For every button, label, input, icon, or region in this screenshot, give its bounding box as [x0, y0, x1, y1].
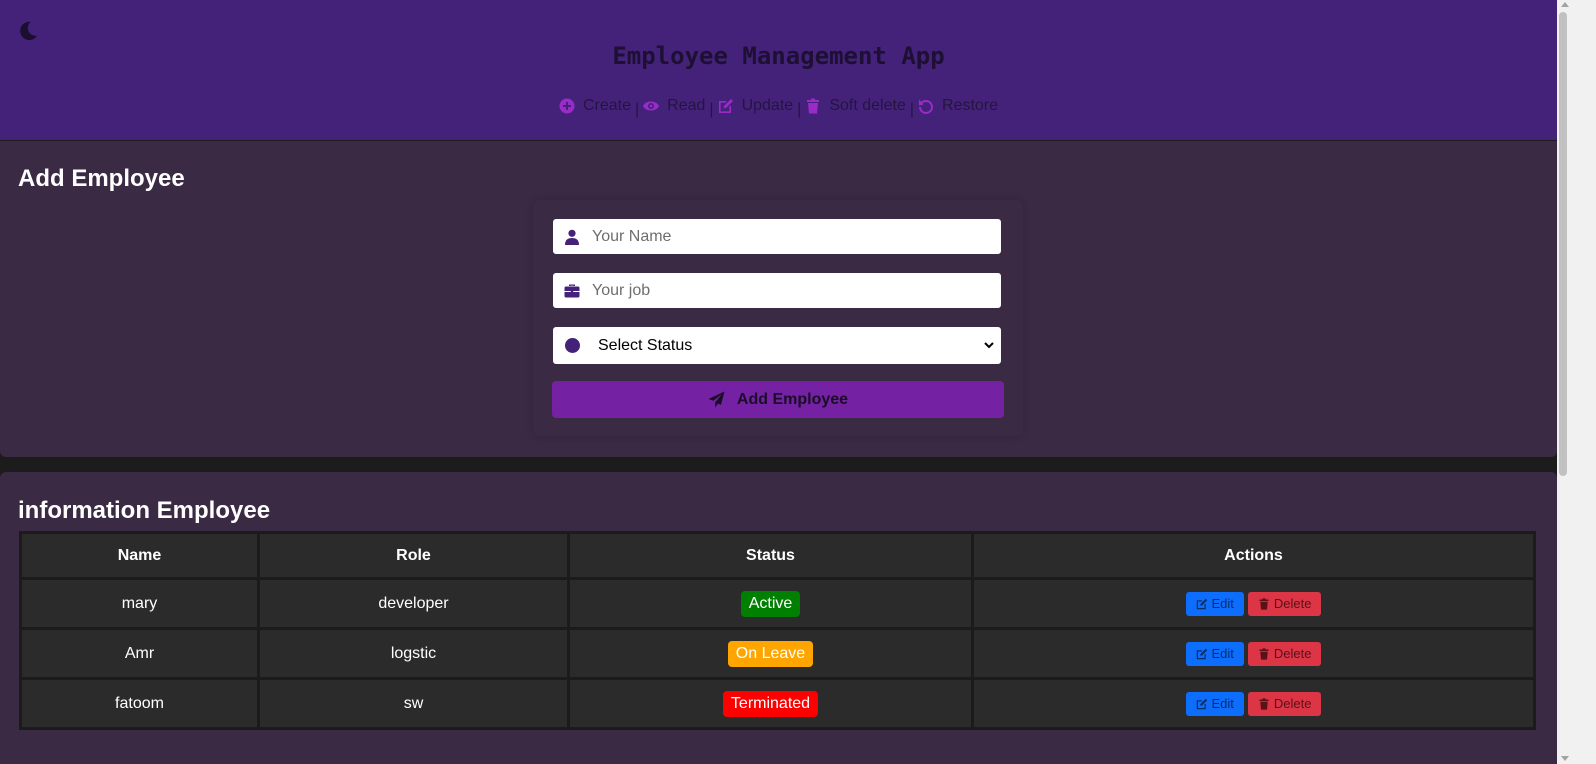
paper-plane-icon — [708, 391, 725, 408]
column-header-actions: Actions — [971, 531, 1536, 580]
nav-item-read[interactable]: Read — [643, 97, 705, 115]
undo-icon — [918, 99, 933, 114]
cell-name: fatoom — [19, 677, 260, 730]
scroll-up-arrow-icon[interactable] — [1561, 2, 1569, 7]
column-header-name: Name — [19, 531, 260, 580]
edit-button[interactable]: Edit — [1185, 591, 1244, 616]
status-badge: Active — [740, 590, 801, 617]
nav-label-soft-delete: Soft delete — [829, 97, 906, 114]
scroll-down-arrow-icon[interactable] — [1561, 756, 1569, 761]
delete-button-label: Delete — [1273, 596, 1312, 611]
status-badge: On Leave — [727, 640, 814, 667]
add-employee-form: Select Status Add Employee — [533, 200, 1023, 436]
nav-item-restore[interactable]: Restore — [918, 97, 998, 115]
scrollbar-thumb[interactable] — [1559, 12, 1567, 476]
cell-actions: Edit Delete — [971, 577, 1536, 630]
table-row: fatoom sw Terminated Edit Delete — [19, 677, 1536, 730]
delete-button[interactable]: Delete — [1247, 641, 1322, 666]
status-select[interactable]: Select Status — [594, 327, 997, 364]
trash-icon — [807, 98, 820, 114]
edit-button-label: Edit — [1211, 646, 1234, 661]
nav-label-restore: Restore — [941, 97, 999, 114]
dark-mode-toggle-icon[interactable] — [17, 20, 39, 42]
edit-icon — [1196, 598, 1207, 609]
nav-item-soft-delete[interactable]: Soft delete — [805, 97, 906, 115]
cell-actions: Edit Delete — [971, 627, 1536, 680]
cell-name: mary — [19, 577, 260, 630]
eye-icon — [643, 101, 660, 111]
nav-label-update: Update — [741, 97, 794, 114]
trash-icon — [1259, 647, 1269, 660]
employee-info-title: information Employee — [18, 497, 271, 524]
table-row: Amr logstic On Leave Edit Delete — [19, 627, 1536, 680]
add-employee-button[interactable]: Add Employee — [552, 381, 1004, 418]
nav-separator: | — [909, 101, 914, 118]
cell-role: logstic — [257, 627, 570, 680]
nav-label-create: Create — [582, 97, 632, 114]
edit-button-label: Edit — [1211, 596, 1234, 611]
table-header-row: Name Role Status Actions — [19, 531, 1536, 580]
cell-role: sw — [257, 677, 570, 730]
cell-status: Terminated — [567, 677, 974, 730]
column-header-role: Role — [257, 531, 570, 580]
nav-item-update[interactable]: Update — [718, 97, 794, 115]
cell-status: On Leave — [567, 627, 974, 680]
employee-table: Name Role Status Actions mary developer Ac… — [19, 531, 1536, 730]
status-circle-icon — [565, 338, 580, 353]
edit-icon — [718, 99, 733, 113]
name-field — [552, 218, 1002, 255]
delete-button-label: Delete — [1273, 696, 1312, 711]
trash-icon — [1259, 697, 1269, 710]
status-field: Select Status — [552, 326, 1002, 365]
column-header-status: Status — [567, 531, 974, 580]
nav-separator: | — [709, 101, 714, 118]
nav-bar: Create | Read | Update | Soft delete | R… — [0, 97, 1557, 119]
cell-status: Active — [567, 577, 974, 630]
nav-separator: | — [635, 101, 640, 118]
job-field — [552, 272, 1002, 309]
cell-name: Amr — [19, 627, 260, 680]
nav-label-read: Read — [667, 97, 706, 114]
delete-button[interactable]: Delete — [1247, 691, 1322, 716]
app-title: Employee Management App — [612, 42, 945, 70]
cell-role: developer — [257, 577, 570, 630]
edit-button-label: Edit — [1211, 696, 1234, 711]
cell-actions: Edit Delete — [971, 677, 1536, 730]
app-header: Employee Management App Create | Read | — [0, 0, 1557, 140]
edit-button[interactable]: Edit — [1185, 691, 1244, 716]
edit-icon — [1196, 648, 1207, 659]
add-employee-panel: Add Employee Your Name Your job Select S… — [0, 141, 1557, 457]
add-employee-button-label: Add Employee — [736, 390, 849, 408]
job-input[interactable] — [592, 273, 1001, 308]
name-input[interactable] — [592, 219, 1001, 254]
table-row: mary developer Active Edit Delete — [19, 577, 1536, 630]
status-badge: Terminated — [722, 690, 819, 717]
user-icon — [565, 229, 579, 245]
edit-button[interactable]: Edit — [1185, 641, 1244, 666]
nav-separator: | — [797, 101, 802, 118]
delete-button-label: Delete — [1273, 646, 1312, 661]
delete-button[interactable]: Delete — [1247, 591, 1322, 616]
nav-item-create[interactable]: Create — [559, 97, 631, 115]
add-employee-title: Add Employee — [18, 165, 185, 192]
employee-info-panel: information Employee Name Role Status Ac… — [0, 472, 1557, 764]
trash-icon — [1259, 597, 1269, 610]
plus-circle-icon — [559, 98, 575, 114]
edit-icon — [1196, 698, 1207, 709]
briefcase-icon — [564, 284, 580, 297]
